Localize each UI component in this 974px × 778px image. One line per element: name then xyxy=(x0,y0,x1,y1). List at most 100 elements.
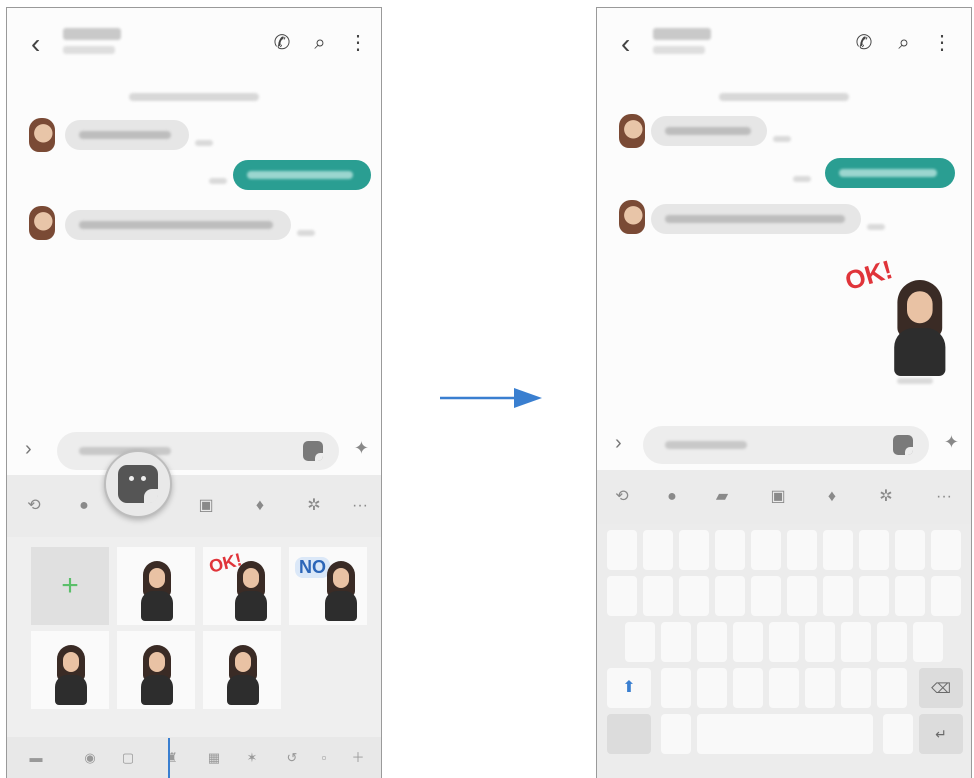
key[interactable] xyxy=(787,576,817,616)
sticker-item[interactable] xyxy=(31,631,109,709)
message-received[interactable] xyxy=(65,210,291,240)
key[interactable] xyxy=(877,622,907,662)
sticker-pack-icon[interactable]: ▦ xyxy=(205,749,223,767)
sticker-item[interactable] xyxy=(117,547,195,625)
key[interactable] xyxy=(787,530,817,570)
key[interactable] xyxy=(715,530,745,570)
message-received[interactable] xyxy=(651,116,767,146)
key[interactable] xyxy=(859,576,889,616)
sticker-item[interactable]: OK! xyxy=(203,547,281,625)
key[interactable] xyxy=(859,530,889,570)
gif-icon[interactable]: ⟲ xyxy=(609,484,635,510)
key[interactable] xyxy=(661,668,691,708)
call-icon[interactable]: ✆ xyxy=(853,32,875,54)
message-time xyxy=(209,178,227,184)
key[interactable] xyxy=(661,622,691,662)
key[interactable] xyxy=(607,576,637,616)
emoji-icon[interactable]: ● xyxy=(659,484,685,510)
key[interactable] xyxy=(823,576,853,616)
sticker-item[interactable]: NO xyxy=(289,547,367,625)
message-sent[interactable] xyxy=(233,160,371,190)
key[interactable] xyxy=(679,530,709,570)
key[interactable] xyxy=(643,576,673,616)
sticker-pack-icon[interactable]: ✶ xyxy=(243,749,261,767)
message-received[interactable] xyxy=(65,120,189,150)
back-icon[interactable]: ‹ xyxy=(621,30,630,58)
sticker-icon[interactable] xyxy=(303,441,323,461)
key[interactable] xyxy=(841,668,871,708)
symbols-key[interactable] xyxy=(607,714,651,754)
key[interactable] xyxy=(751,530,781,570)
recent-icon[interactable]: ◉ xyxy=(81,749,99,767)
sticker-icon[interactable] xyxy=(893,435,913,455)
key[interactable] xyxy=(697,622,727,662)
sticker-item[interactable] xyxy=(203,631,281,709)
avatar-sticker-icon[interactable]: ♜ xyxy=(163,749,181,767)
sticker-item[interactable] xyxy=(117,631,195,709)
key[interactable] xyxy=(625,622,655,662)
voice-icon[interactable]: ✦ xyxy=(944,432,959,453)
key[interactable] xyxy=(697,668,727,708)
key[interactable] xyxy=(733,622,763,662)
key[interactable] xyxy=(643,530,673,570)
search-icon[interactable]: ⌕ xyxy=(893,32,915,54)
gif-icon[interactable]: ⟲ xyxy=(21,493,47,519)
settings-icon[interactable]: ✲ xyxy=(873,484,899,510)
space-key[interactable] xyxy=(697,714,873,754)
message-input[interactable] xyxy=(57,432,339,470)
more-icon[interactable]: ··· xyxy=(347,493,373,519)
chat-header: ‹ ✆ ⌕ ⋮ xyxy=(7,8,381,78)
sticker-pack-icon[interactable]: ▫ xyxy=(315,749,333,767)
more-icon[interactable]: ⋮ xyxy=(931,32,953,54)
sticker-icon xyxy=(118,465,158,503)
key[interactable] xyxy=(805,668,835,708)
search-icon[interactable]: ⌕ xyxy=(309,32,331,54)
add-icon[interactable]: ＋ xyxy=(349,749,367,767)
settings-icon[interactable]: ✲ xyxy=(301,493,327,519)
call-icon[interactable]: ✆ xyxy=(271,32,293,54)
more-icon[interactable]: ··· xyxy=(931,484,957,510)
key[interactable] xyxy=(733,668,763,708)
key[interactable] xyxy=(805,622,835,662)
shift-key[interactable]: ⬆ xyxy=(607,668,651,708)
more-icon[interactable]: ⋮ xyxy=(347,32,369,54)
message-sent[interactable] xyxy=(825,158,955,188)
sticker-pack-icon[interactable]: ↺ xyxy=(283,749,301,767)
key[interactable] xyxy=(931,576,961,616)
sticker-button-highlight[interactable] xyxy=(104,450,172,518)
key[interactable] xyxy=(823,530,853,570)
expand-icon[interactable]: › xyxy=(25,438,32,461)
key[interactable] xyxy=(751,576,781,616)
emoji-icon[interactable]: ● xyxy=(71,493,97,519)
message-input[interactable] xyxy=(643,426,929,464)
key[interactable] xyxy=(931,530,961,570)
mic-icon[interactable]: ♦ xyxy=(247,493,273,519)
add-sticker-button[interactable]: + xyxy=(31,547,109,625)
key[interactable] xyxy=(769,668,799,708)
tap-pointer xyxy=(168,738,170,778)
key[interactable] xyxy=(883,714,913,754)
sent-sticker[interactable]: OK! xyxy=(842,252,955,382)
enter-key[interactable]: ↵ xyxy=(919,714,963,754)
key[interactable] xyxy=(661,714,691,754)
key[interactable] xyxy=(877,668,907,708)
expand-icon[interactable]: › xyxy=(615,432,622,455)
image-icon[interactable]: ▣ xyxy=(765,484,791,510)
key[interactable] xyxy=(895,530,925,570)
message-received[interactable] xyxy=(651,204,861,234)
key[interactable] xyxy=(769,622,799,662)
key[interactable] xyxy=(607,530,637,570)
key[interactable] xyxy=(679,576,709,616)
sticker-pack-icon[interactable]: ▢ xyxy=(119,749,137,767)
mic-icon[interactable]: ♦ xyxy=(819,484,845,510)
key[interactable] xyxy=(895,576,925,616)
key[interactable] xyxy=(715,576,745,616)
backspace-key[interactable]: ⌫ xyxy=(919,668,963,708)
voice-icon[interactable]: ✦ xyxy=(354,438,369,459)
keyboard-icon[interactable]: ▬ xyxy=(27,749,45,767)
key[interactable] xyxy=(913,622,943,662)
sticker-icon[interactable]: ▰ xyxy=(709,484,735,510)
key[interactable] xyxy=(841,622,871,662)
image-icon[interactable]: ▣ xyxy=(193,493,219,519)
back-icon[interactable]: ‹ xyxy=(31,30,40,58)
